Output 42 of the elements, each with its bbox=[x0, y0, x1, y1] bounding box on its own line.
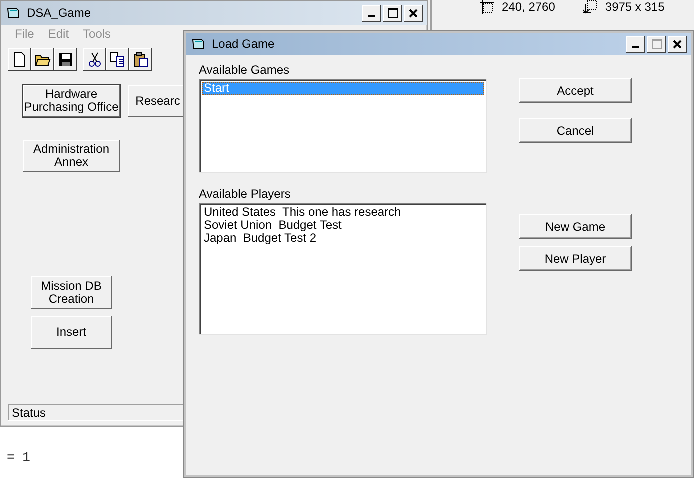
form-button[interactable]: Insert bbox=[31, 316, 112, 349]
toolbar-button[interactable] bbox=[8, 48, 31, 71]
dialog-button[interactable]: Cancel bbox=[519, 118, 632, 143]
close-icon bbox=[409, 8, 418, 18]
maximize-button[interactable] bbox=[383, 4, 402, 22]
toolbar-button[interactable] bbox=[31, 48, 54, 71]
list-item[interactable]: Japan Budget Test 2 bbox=[202, 232, 484, 245]
dialog-button[interactable]: New Game bbox=[519, 214, 632, 239]
form-button[interactable]: Administration Annex bbox=[23, 140, 120, 172]
list-label: Available Players bbox=[199, 187, 292, 201]
minimize-button[interactable] bbox=[362, 4, 381, 22]
minimize-button[interactable] bbox=[626, 36, 645, 52]
maximize-icon bbox=[652, 39, 662, 49]
new-file-icon bbox=[12, 52, 28, 68]
toolbar-button[interactable] bbox=[54, 48, 77, 71]
dialog-title: Load Game bbox=[212, 37, 276, 51]
maximize-icon bbox=[388, 8, 398, 18]
list-label: Available Games bbox=[199, 63, 290, 77]
toolbar-button[interactable] bbox=[106, 48, 129, 71]
code-line: = 1 bbox=[7, 450, 32, 465]
toolbar-button[interactable] bbox=[83, 48, 106, 71]
position-icon bbox=[480, 0, 494, 14]
close-icon bbox=[673, 40, 682, 48]
copy-icon bbox=[110, 52, 126, 68]
maximize-button[interactable] bbox=[647, 36, 666, 52]
dialog-button[interactable]: New Player bbox=[519, 246, 632, 271]
close-button[interactable] bbox=[668, 36, 687, 52]
list-item[interactable]: United States This one has research bbox=[202, 206, 484, 219]
size-text: 3975 x 315 bbox=[605, 0, 665, 14]
form-button[interactable]: Hardware Purchasing Office bbox=[23, 85, 120, 117]
window-icon bbox=[7, 7, 21, 19]
form-button[interactable]: Mission DB Creation bbox=[31, 276, 112, 309]
toolbar-button[interactable] bbox=[129, 48, 152, 71]
window-title: DSA_Game bbox=[27, 6, 92, 20]
close-button[interactable] bbox=[404, 4, 423, 22]
list-item[interactable]: Soviet Union Budget Test bbox=[202, 219, 484, 232]
size-icon bbox=[583, 0, 598, 14]
paste-icon bbox=[132, 52, 148, 68]
dialog-button[interactable]: Accept bbox=[519, 78, 632, 103]
scissors-icon bbox=[86, 52, 102, 68]
window-icon bbox=[192, 38, 206, 50]
position-text: 240, 2760 bbox=[502, 0, 556, 14]
